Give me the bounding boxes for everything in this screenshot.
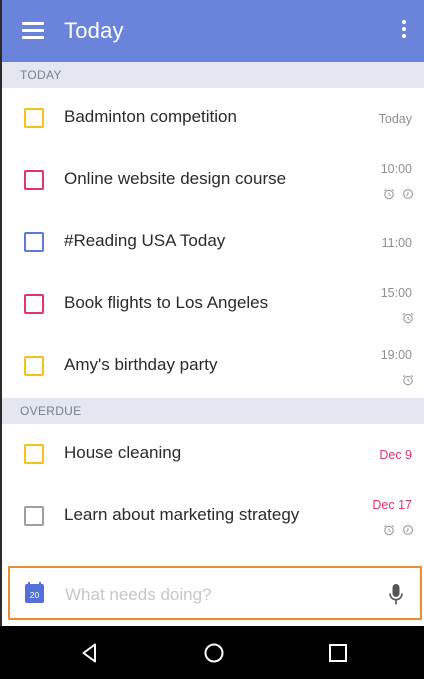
system-nav-bar — [0, 626, 424, 679]
alarm-icon — [402, 312, 414, 324]
alarm-icon — [383, 188, 395, 200]
app-bar: Today — [2, 0, 424, 62]
add-task-input[interactable] — [65, 581, 365, 609]
task-row[interactable]: Online website design course 10:00 — [2, 150, 424, 212]
task-title: Badminton competition — [64, 107, 237, 126]
calendar-icon[interactable]: 20 — [25, 582, 44, 603]
task-checkbox[interactable] — [24, 170, 44, 190]
alarm-icon — [402, 374, 414, 386]
task-title: House cleaning — [64, 443, 182, 462]
recents-icon[interactable] — [326, 641, 350, 665]
section-header-overdue: OVERDUE — [2, 398, 424, 424]
app-screen: Today TODAY Badminton competition Today … — [2, 0, 424, 626]
task-due-date: Dec 9 — [379, 448, 412, 462]
task-row[interactable]: House cleaning Dec 9 — [2, 424, 424, 486]
task-checkbox[interactable] — [24, 232, 44, 252]
repeat-icon — [403, 525, 413, 535]
alarm-icon — [383, 524, 395, 536]
more-vert-icon[interactable] — [396, 20, 412, 42]
task-indicators — [383, 188, 414, 200]
task-row[interactable]: Amy's birthday party 19:00 — [2, 336, 424, 398]
task-checkbox[interactable] — [24, 356, 44, 376]
task-row[interactable]: Learn about marketing strategy Dec 17 — [2, 486, 424, 548]
task-checkbox[interactable] — [24, 506, 44, 526]
task-time: 10:00 — [380, 162, 412, 176]
section-header-today: TODAY — [2, 62, 424, 88]
task-row[interactable]: #Reading USA Today 11:00 — [2, 212, 424, 274]
task-time: Today — [378, 112, 412, 126]
page-title: Today — [64, 18, 124, 43]
task-indicators — [402, 312, 414, 324]
repeat-icon — [403, 189, 413, 199]
task-indicators — [402, 374, 414, 386]
home-icon[interactable] — [202, 641, 226, 665]
task-checkbox[interactable] — [24, 294, 44, 314]
task-time: 19:00 — [380, 348, 412, 362]
task-title: Learn about marketing strategy — [64, 505, 300, 524]
task-title: Online website design course — [64, 169, 287, 188]
task-checkbox[interactable] — [24, 108, 44, 128]
task-time: 15:00 — [380, 286, 412, 300]
task-row[interactable]: Book flights to Los Angeles 15:00 — [2, 274, 424, 336]
task-time: 11:00 — [381, 236, 412, 250]
task-title: Amy's birthday party — [64, 355, 218, 374]
task-row[interactable]: Badminton competition Today — [2, 88, 424, 150]
microphone-icon[interactable] — [388, 583, 404, 607]
task-checkbox[interactable] — [24, 444, 44, 464]
task-title: Book flights to Los Angeles — [64, 293, 269, 312]
menu-icon[interactable] — [22, 22, 44, 40]
task-title: #Reading USA Today — [64, 231, 226, 250]
add-task-bar: 20 — [8, 566, 422, 620]
task-due-date: Dec 17 — [372, 498, 412, 512]
task-indicators — [383, 524, 414, 536]
back-icon[interactable] — [78, 641, 102, 665]
